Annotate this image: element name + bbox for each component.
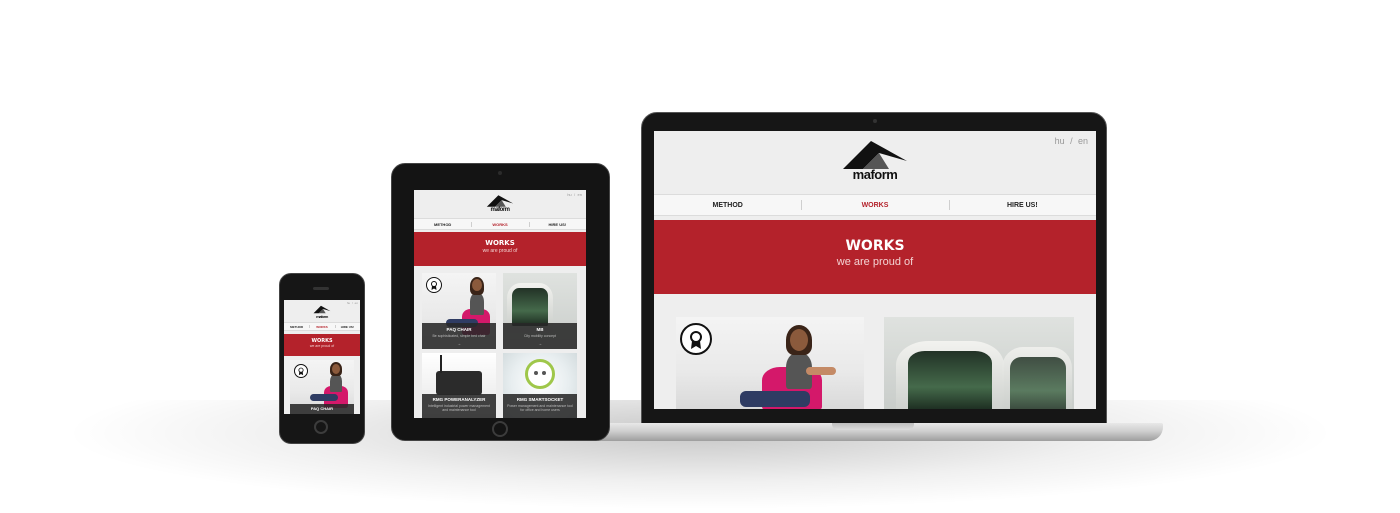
card-description: Be sophisticated, simple bed chair	[432, 334, 486, 338]
work-card-paq-chair[interactable]: PAQ CHAIR Be sophisticated, simple bed c…	[422, 273, 496, 349]
card-caption: RMG POWERANALYZER Intelligent industrial…	[422, 394, 496, 418]
torso-shape	[330, 374, 342, 392]
card-description: City mobility concept	[523, 334, 557, 338]
laptop-camera	[873, 119, 877, 123]
maform-logo-icon	[486, 195, 514, 207]
tablet-home-button	[492, 421, 508, 437]
hero-banner: WORKS we are proud of	[654, 220, 1096, 294]
phone-home-button	[314, 420, 328, 434]
logo-wordmark: maform	[316, 314, 328, 319]
card-title: PAQ CHAIR	[446, 327, 472, 332]
card-more-arrow[interactable]: →	[422, 341, 496, 346]
ribbon-icon	[431, 281, 437, 290]
tram-window-shape-2	[1010, 357, 1066, 409]
legs-shape	[310, 394, 338, 401]
hero-subtitle: we are proud of	[482, 248, 518, 254]
hero-title: WORKS	[485, 239, 515, 247]
hero-banner: WORKS we are proud of	[414, 232, 586, 266]
nav-works[interactable]: WORKS	[801, 195, 948, 215]
nav-hire-us[interactable]: HIRE US!	[528, 219, 586, 229]
device-mockup-stage: hu / en maform METHOD WORKS HIRE US! WORKS…	[0, 0, 1400, 513]
site-logo[interactable]: maform	[841, 139, 909, 182]
arm-shape	[806, 367, 836, 375]
main-nav: METHOD WORKS HIRE US!	[414, 218, 586, 230]
main-nav: METHOD WORKS HIRE US!	[654, 194, 1096, 216]
nav-method[interactable]: METHOD	[654, 195, 801, 215]
language-switcher: hu / en	[1055, 136, 1088, 146]
language-switcher: hu / en	[567, 192, 582, 197]
nav-hire-us[interactable]: HIRE US!	[334, 323, 360, 330]
socket-hole-left	[534, 371, 538, 375]
card-title: MB	[536, 327, 544, 332]
tram-window-shape	[512, 288, 548, 326]
head-shape	[332, 364, 340, 374]
work-card-paq-chair[interactable]: PAQ CHAIR	[290, 360, 354, 414]
card-caption: MB City mobility concept →	[503, 323, 577, 349]
card-caption: RMG SMARTSOCKET Power management and mai…	[503, 394, 577, 418]
socket-hole-right	[542, 371, 546, 375]
nav-works[interactable]: WORKS	[309, 323, 334, 330]
hero-banner: WORKS we are proud of	[284, 334, 360, 356]
card-more-arrow[interactable]: →	[503, 341, 577, 346]
card-description: Intelligent industrial power management …	[428, 404, 490, 412]
card-title: RMG SMARTSOCKET	[516, 397, 564, 402]
nav-method[interactable]: METHOD	[414, 219, 471, 229]
work-card-rmg-smartsocket[interactable]: RMG SMARTSOCKET Power management and mai…	[503, 353, 577, 418]
hero-title: WORKS	[845, 238, 905, 254]
lang-hu-link[interactable]: hu	[567, 192, 571, 197]
award-badge	[294, 364, 308, 378]
nav-hire-us[interactable]: HIRE US!	[948, 195, 1096, 215]
lang-separator: /	[1070, 136, 1073, 146]
card-description: Power management and maintenance tool fo…	[507, 404, 573, 412]
card-caption: PAQ CHAIR	[290, 404, 354, 414]
lang-en-link[interactable]: en	[578, 192, 582, 197]
language-switcher: hu / en	[347, 301, 358, 305]
logo-wordmark: maform	[490, 207, 510, 213]
award-badge	[680, 323, 712, 355]
card-caption: PAQ CHAIR Be sophisticated, simple bed c…	[422, 323, 496, 349]
laptop-opening-notch	[832, 423, 914, 430]
head-shape	[790, 329, 808, 351]
tram-window-shape	[908, 351, 992, 409]
card-title: PAQ CHAIR	[310, 406, 334, 411]
logo-wordmark: maform	[852, 167, 898, 182]
socket-shape	[525, 359, 555, 389]
card-title: RMG POWERANALYZER	[432, 397, 486, 402]
lang-en-link[interactable]: en	[1078, 136, 1088, 146]
legs-shape	[740, 391, 810, 407]
lang-separator: /	[574, 192, 576, 197]
lang-en-link[interactable]: en	[355, 301, 358, 305]
ribbon-icon	[298, 367, 304, 376]
head-shape	[472, 279, 482, 291]
antenna-shape	[440, 355, 442, 373]
device-box-shape	[436, 371, 482, 395]
main-nav: METHOD WORKS HIRE US!	[284, 322, 360, 331]
lang-separator: /	[352, 301, 353, 305]
nav-works[interactable]: WORKS	[471, 219, 528, 229]
hero-subtitle: we are proud of	[836, 256, 914, 268]
ribbon-icon	[690, 331, 702, 349]
site-logo[interactable]: maform	[486, 194, 514, 213]
site-logo[interactable]: maform	[313, 305, 331, 319]
torso-shape	[470, 293, 484, 315]
hero-subtitle: we are proud of	[309, 344, 335, 348]
work-card-paq-chair[interactable]	[676, 317, 864, 409]
tablet-screen: hu / en maform METHOD WORKS HIRE US! WORKS…	[414, 190, 586, 418]
lang-hu-link[interactable]: hu	[347, 301, 350, 305]
laptop-screen: hu / en maform METHOD WORKS HIRE US! WORKS…	[654, 131, 1096, 409]
maform-logo-icon	[313, 305, 331, 314]
nav-method[interactable]: METHOD	[284, 323, 309, 330]
award-badge	[426, 277, 442, 293]
work-card-mb[interactable]: MB City mobility concept →	[503, 273, 577, 349]
work-card-rmg-poweranalyzer[interactable]: RMG POWERANALYZER Intelligent industrial…	[422, 353, 496, 418]
phone-screen: hu / en maform METHOD WORKS HIRE US! WORKS…	[284, 300, 360, 414]
phone-earpiece	[313, 287, 329, 290]
work-card-mb[interactable]	[884, 317, 1074, 409]
lang-hu-link[interactable]: hu	[1055, 136, 1065, 146]
tablet-camera	[498, 171, 502, 175]
